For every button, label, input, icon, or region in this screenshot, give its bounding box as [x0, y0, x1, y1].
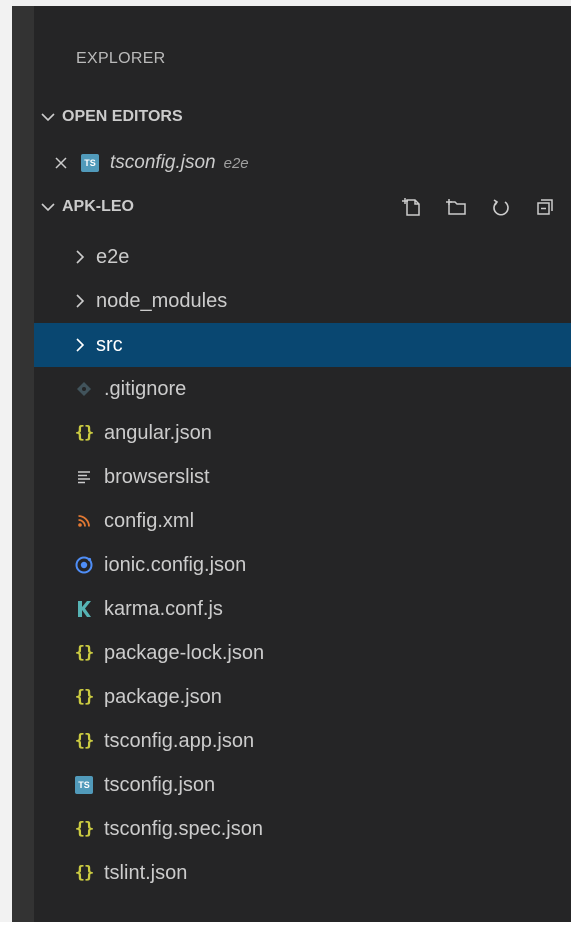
folder-row[interactable]: e2e [34, 235, 571, 279]
ionic-icon [74, 555, 94, 575]
file-name: tslint.json [104, 861, 188, 884]
file-name: package-lock.json [104, 641, 265, 664]
file-row[interactable]: config.xml [34, 499, 571, 543]
chevron-right-icon [34, 293, 96, 309]
file-row[interactable]: {} angular.json [34, 411, 571, 455]
file-row[interactable]: {} package.json [34, 675, 571, 719]
karma-icon [74, 599, 94, 619]
file-name: package.json [104, 685, 222, 708]
chevron-right-icon [34, 337, 96, 353]
chevron-down-icon [34, 109, 62, 125]
file-row[interactable]: {} package-lock.json [34, 631, 571, 675]
explorer-title: EXPLORER [76, 50, 166, 67]
folder-name: src [96, 333, 123, 356]
folder-name: node_modules [96, 289, 228, 312]
new-file-icon[interactable] [391, 190, 435, 224]
window-left-edge [0, 0, 12, 934]
file-row[interactable]: {} tslint.json [34, 851, 571, 895]
json-icon: {} [74, 643, 94, 663]
file-row[interactable]: {} tsconfig.spec.json [34, 807, 571, 851]
sidebar: EXPLORER OPEN EDITORS TS tsconfig.json e… [34, 6, 571, 922]
file-name: karma.conf.js [104, 597, 223, 620]
json-icon: {} [74, 863, 94, 883]
open-editor-item[interactable]: TS tsconfig.json e2e [34, 146, 571, 180]
file-name: tsconfig.json [104, 773, 216, 796]
ts-file-icon: TS [80, 153, 100, 173]
workspace-label: APK-LEO [62, 198, 134, 215]
file-row[interactable]: {} tsconfig.app.json [34, 719, 571, 763]
file-name: tsconfig.app.json [104, 729, 255, 752]
git-icon [74, 379, 94, 399]
file-row[interactable]: karma.conf.js [34, 587, 571, 631]
text-lines-icon [74, 467, 94, 487]
explorer-panel: EXPLORER OPEN EDITORS TS tsconfig.json e… [12, 6, 571, 922]
file-name: .gitignore [104, 377, 187, 400]
open-editor-name: tsconfig.json [110, 152, 216, 173]
workspace-header[interactable]: APK-LEO [34, 190, 571, 224]
ts-file-icon: TS [74, 775, 94, 795]
file-row[interactable]: browserslist [34, 455, 571, 499]
json-icon: {} [74, 687, 94, 707]
collapse-all-icon[interactable] [523, 190, 567, 224]
file-name: angular.json [104, 421, 212, 444]
open-editor-description: e2e [223, 154, 249, 172]
window-bottom-edge [0, 922, 571, 934]
json-icon: {} [74, 423, 94, 443]
folder-row[interactable]: node_modules [34, 279, 571, 323]
new-folder-icon[interactable] [435, 190, 479, 224]
chevron-down-icon [34, 199, 62, 215]
folder-name: e2e [96, 245, 130, 268]
rss-icon [74, 511, 94, 531]
json-icon: {} [74, 819, 94, 839]
refresh-icon[interactable] [479, 190, 523, 224]
json-icon: {} [74, 731, 94, 751]
open-editors-header[interactable]: OPEN EDITORS [34, 100, 571, 134]
file-name: tsconfig.spec.json [104, 817, 263, 840]
file-row[interactable]: .gitignore [34, 367, 571, 411]
close-icon[interactable] [34, 156, 80, 170]
folder-row-selected[interactable]: src [34, 323, 571, 367]
file-name: browserslist [104, 465, 210, 488]
file-row[interactable]: TS tsconfig.json [34, 763, 571, 807]
chevron-right-icon [34, 249, 96, 265]
open-editors-label: OPEN EDITORS [62, 108, 183, 125]
file-row[interactable]: ionic.config.json [34, 543, 571, 587]
workspace-actions [391, 190, 567, 224]
activity-bar [12, 6, 34, 922]
file-name: config.xml [104, 509, 195, 532]
file-name: ionic.config.json [104, 553, 247, 576]
